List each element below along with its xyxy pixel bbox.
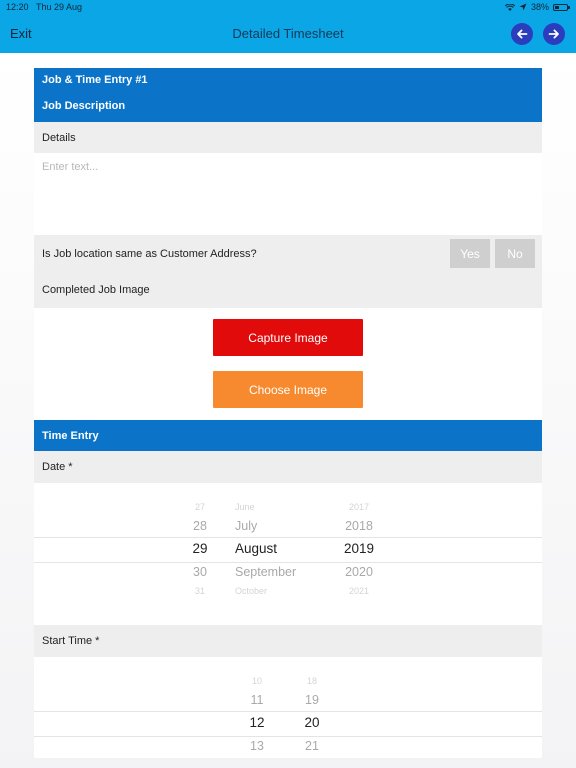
job-image-label-row: Completed Job Image	[34, 272, 542, 308]
picker-selection-bottom	[34, 736, 542, 737]
job-image-label: Completed Job Image	[42, 284, 150, 296]
picker-selection-top	[34, 711, 542, 712]
page-title: Detailed Timesheet	[232, 26, 344, 41]
day-option-selected: 29	[192, 541, 208, 556]
next-button[interactable]	[543, 23, 565, 45]
time-entry-header: Time Entry	[34, 420, 542, 451]
start-time-label: Start Time *	[42, 635, 100, 647]
status-indicators: 38%	[504, 2, 570, 12]
location-arrow-icon	[519, 3, 527, 11]
time-entry-title: Time Entry	[42, 429, 99, 442]
month-option-selected: August	[235, 541, 278, 556]
job-description-heading: Job Description	[42, 100, 126, 112]
minute-option-selected: 20	[304, 715, 320, 730]
job-entry-header: Job & Time Entry #1 Job Description	[34, 68, 542, 122]
job-entry-title: Job & Time Entry #1	[42, 74, 148, 86]
month-option: September	[235, 565, 297, 579]
location-question: Is Job location same as Customer Address…	[42, 247, 257, 260]
day-option: 30	[193, 565, 207, 579]
battery-percent: 38%	[530, 2, 549, 12]
hour-option: 10	[251, 676, 262, 686]
previous-button[interactable]	[511, 23, 533, 45]
job-image-actions: Capture Image Choose Image	[34, 308, 542, 420]
month-option: October	[235, 586, 268, 596]
yes-button[interactable]: Yes	[450, 239, 490, 268]
navigation-bar: 12:20 Thu 29 Aug 38% Exit Detailed Times…	[0, 0, 576, 53]
hour-option: 13	[250, 739, 264, 753]
month-option: July	[235, 519, 258, 533]
day-option: 31	[194, 586, 205, 596]
date-picker[interactable]: 27 28 29 30 31 June July August Septembe…	[34, 483, 542, 625]
status-bar: 12:20 Thu 29 Aug 38%	[0, 0, 576, 16]
date-label: Date *	[42, 461, 73, 473]
no-button[interactable]: No	[495, 239, 535, 268]
hour-option-selected: 12	[249, 715, 265, 730]
status-date: Thu 29 Aug	[36, 2, 83, 12]
details-label-row: Details	[34, 122, 542, 153]
minute-option: 18	[306, 676, 317, 686]
hour-option: 11	[250, 693, 264, 707]
start-time-picker[interactable]: 10 11 12 13 18 19 20 21	[34, 657, 542, 757]
wifi-icon	[504, 3, 515, 11]
details-textarea[interactable]: Enter text...	[34, 153, 542, 235]
status-time: 12:20	[6, 2, 29, 12]
minute-option: 21	[305, 739, 319, 753]
year-option: 2020	[345, 565, 373, 579]
location-toggle: Yes No	[450, 239, 535, 268]
choose-image-button[interactable]: Choose Image	[213, 371, 363, 408]
year-option: 2017	[348, 502, 370, 512]
details-placeholder: Enter text...	[42, 161, 99, 173]
arrow-left-icon	[517, 29, 528, 39]
month-option: June	[235, 502, 255, 512]
day-option: 27	[194, 502, 205, 512]
date-label-row: Date *	[34, 451, 542, 483]
details-label: Details	[42, 131, 76, 144]
picker-selection-top	[34, 537, 542, 538]
year-option: 2021	[348, 586, 370, 596]
picker-selection-bottom	[34, 562, 542, 563]
year-option: 2018	[345, 519, 373, 533]
battery-icon	[553, 3, 570, 11]
timesheet-form: Job & Time Entry #1 Job Description Deta…	[34, 68, 542, 758]
year-option-selected: 2019	[343, 541, 375, 556]
start-time-label-row: Start Time *	[34, 625, 542, 657]
location-question-row: Is Job location same as Customer Address…	[34, 235, 542, 272]
capture-image-button[interactable]: Capture Image	[213, 319, 363, 356]
day-option: 28	[193, 519, 207, 533]
minute-option: 19	[305, 693, 319, 707]
arrow-right-icon	[548, 29, 559, 39]
